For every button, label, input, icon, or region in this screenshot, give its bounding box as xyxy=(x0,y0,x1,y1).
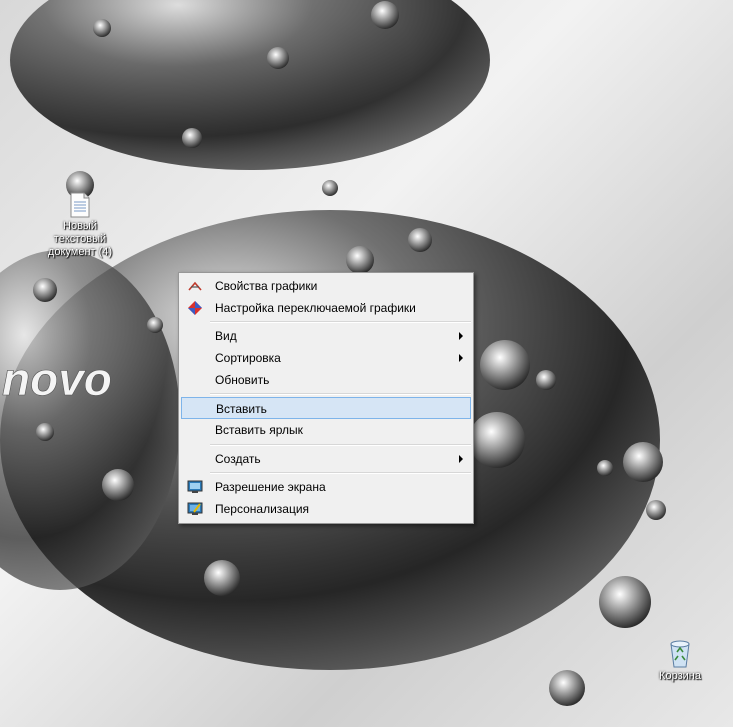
desktop-icon-recycle-bin[interactable]: Корзина xyxy=(650,638,710,683)
water-drop xyxy=(93,19,111,37)
menu-separator xyxy=(210,321,471,323)
water-drop xyxy=(469,412,525,468)
water-drop xyxy=(408,228,432,252)
menu-item-view[interactable]: Вид xyxy=(181,325,471,347)
menu-item-screen-resolution[interactable]: Разрешение экрана xyxy=(181,476,471,498)
menu-item-label: Персонализация xyxy=(215,502,310,516)
menu-item-paste-shortcut[interactable]: Вставить ярлык xyxy=(181,419,471,441)
menu-separator xyxy=(210,472,471,474)
menu-item-sort[interactable]: Сортировка xyxy=(181,347,471,369)
water-drop xyxy=(536,370,556,390)
submenu-arrow-icon xyxy=(459,354,463,362)
menu-item-new[interactable]: Создать xyxy=(181,448,471,470)
wallpaper-logo: novo xyxy=(2,353,112,405)
screen-resolution-icon xyxy=(187,480,203,493)
water-drop xyxy=(549,670,585,706)
water-drop xyxy=(182,128,202,148)
menu-item-label: Настройка переключаемой графики xyxy=(215,301,416,315)
submenu-arrow-icon xyxy=(459,332,463,340)
menu-item-label: Свойства графики xyxy=(215,279,318,293)
water-drop xyxy=(36,423,54,441)
switchable-graphics-icon xyxy=(188,301,202,315)
menu-item-refresh[interactable]: Обновить xyxy=(181,369,471,391)
stone-top xyxy=(10,0,490,170)
desktop[interactable]: novo Новый текстовый документ (4) Корзин… xyxy=(0,0,733,727)
water-drop xyxy=(322,180,338,196)
text-document-icon xyxy=(70,192,90,218)
menu-separator xyxy=(210,444,471,446)
menu-item-label: Разрешение экрана xyxy=(215,480,326,494)
menu-item-label: Сортировка xyxy=(215,351,281,365)
menu-item-label: Вставить ярлык xyxy=(215,423,303,437)
desktop-icon-label: Корзина xyxy=(659,670,701,682)
menu-separator xyxy=(210,393,471,395)
menu-item-label: Вставить xyxy=(216,402,267,416)
graphics-properties-icon xyxy=(188,281,202,291)
menu-item-graphics-properties[interactable]: Свойства графики xyxy=(181,275,471,297)
submenu-arrow-icon xyxy=(459,455,463,463)
menu-item-label: Вид xyxy=(215,329,237,343)
water-drop xyxy=(102,469,134,501)
water-drop xyxy=(346,246,374,274)
menu-item-switchable-graphics[interactable]: Настройка переключаемой графики xyxy=(181,297,471,319)
water-drop xyxy=(623,442,663,482)
desktop-icon-text-document[interactable]: Новый текстовый документ (4) xyxy=(38,192,122,259)
menu-item-personalization[interactable]: Персонализация xyxy=(181,498,471,520)
menu-item-paste[interactable]: Вставить xyxy=(181,397,471,419)
water-drop xyxy=(599,576,651,628)
menu-item-label: Обновить xyxy=(215,373,270,387)
water-drop xyxy=(204,560,240,596)
personalization-icon xyxy=(187,502,203,515)
recycle-bin-icon xyxy=(670,640,690,668)
menu-item-label: Создать xyxy=(215,452,261,466)
desktop-icon-label: Новый текстовый документ (4) xyxy=(47,220,113,258)
water-drop xyxy=(480,340,530,390)
desktop-context-menu[interactable]: Свойства графики Настройка переключаемой… xyxy=(178,272,474,524)
water-drop xyxy=(646,500,666,520)
water-drop xyxy=(267,47,289,69)
water-drop xyxy=(597,460,613,476)
water-drop xyxy=(371,1,399,29)
water-drop xyxy=(33,278,57,302)
water-drop xyxy=(147,317,163,333)
